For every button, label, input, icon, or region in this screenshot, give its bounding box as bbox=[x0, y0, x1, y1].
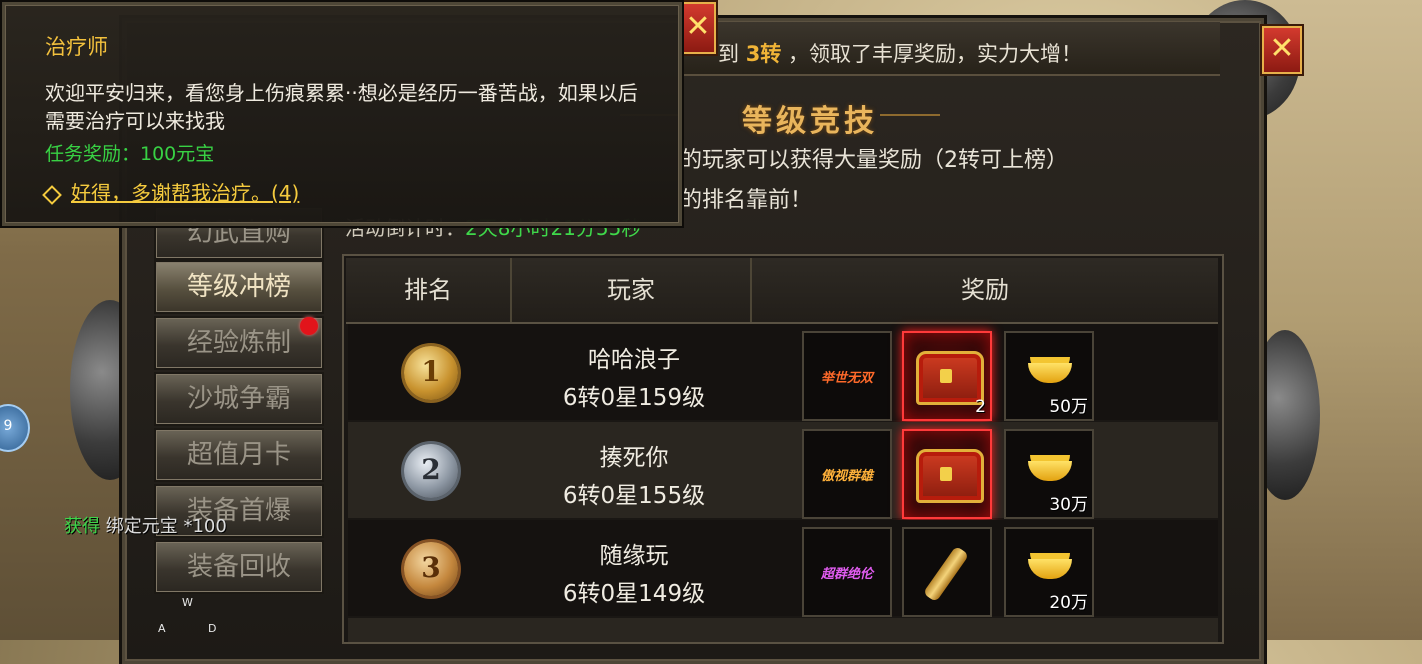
ingot-amount: 20万 bbox=[1049, 593, 1088, 613]
table-row: 3 随缘玩 6转0星149级 超群绝伦 20万 bbox=[348, 520, 1218, 617]
scroll-icon bbox=[922, 545, 970, 603]
panel-title: 等级竞技 bbox=[742, 104, 878, 139]
npc-dialog: 治疗师 欢迎平安归来，看您身上伤痕累累··想必是经历一番苦战，如果以后需要治疗可… bbox=[2, 2, 682, 226]
ingot-amount: 50万 bbox=[1049, 397, 1088, 417]
description-line-1: 的玩家可以获得大量奖励（2转可上榜） bbox=[680, 148, 1068, 173]
reward-slot-scroll[interactable] bbox=[902, 527, 992, 617]
ingot-amount: 30万 bbox=[1049, 495, 1088, 515]
chest-lock-icon bbox=[940, 369, 952, 383]
reward-slot-ingot[interactable]: 50万 bbox=[1004, 331, 1094, 421]
close-button[interactable]: ✕ bbox=[1262, 26, 1302, 74]
title-item-icon: 举世无双 bbox=[820, 371, 873, 386]
reward-slot-ingot[interactable]: 30万 bbox=[1004, 429, 1094, 519]
notification-dot bbox=[300, 317, 318, 335]
sidebar-item-monthly-card[interactable]: 超值月卡 bbox=[154, 428, 324, 482]
npc-name: 治疗师 bbox=[45, 35, 108, 59]
header-rank: 排名 bbox=[404, 276, 452, 304]
silver-medal-icon: 2 bbox=[404, 444, 458, 498]
player-level: 6转0星159级 bbox=[562, 385, 706, 411]
gain-message: 获得 绑定元宝 *100 bbox=[64, 512, 227, 538]
gain-text: 绑定元宝 *100 bbox=[100, 516, 227, 537]
header-reward: 奖励 bbox=[961, 276, 1009, 304]
key-hint-a: A bbox=[158, 622, 166, 635]
sidebar-item-exp-refine[interactable]: 经验炼制 bbox=[154, 316, 324, 370]
title-ornament-right bbox=[880, 114, 940, 116]
table-row: 2 揍死你 6转0星155级 傲视群雄 30万 bbox=[348, 422, 1218, 519]
gold-ingot-icon bbox=[1028, 559, 1072, 579]
reward-slot-chest[interactable] bbox=[902, 429, 992, 519]
description-line-2: 的排名靠前！ bbox=[680, 188, 813, 213]
tooltip-close-button[interactable]: ✕ bbox=[680, 2, 716, 54]
reward-slot-ingot[interactable]: 20万 bbox=[1004, 527, 1094, 617]
diamond-bullet-icon bbox=[42, 184, 62, 205]
ranking-table: 排名 玩家 奖励 1 哈哈浪子 6转0星159级 举世无双 2 50万 2 揍死… bbox=[342, 254, 1224, 644]
reward-slot-title[interactable]: 举世无双 bbox=[802, 331, 892, 421]
reward-slot-title[interactable]: 超群绝伦 bbox=[802, 527, 892, 617]
announcement-text: 到 3转 ，领取了丰厚奖励，实力大增！ bbox=[718, 42, 1082, 66]
player-level: 6转0星155级 bbox=[562, 483, 706, 509]
gold-ingot-icon bbox=[1028, 363, 1072, 383]
player-name: 揍死你 bbox=[599, 445, 669, 471]
gain-prefix: 获得 bbox=[64, 516, 100, 537]
table-row: 1 哈哈浪子 6转0星159级 举世无双 2 50万 bbox=[348, 324, 1218, 421]
dialog-option[interactable]: 好得，多谢帮我治疗。(4) bbox=[42, 177, 300, 206]
key-hint-w: W bbox=[182, 596, 193, 609]
player-name: 哈哈浪子 bbox=[588, 347, 680, 373]
reward-slot-chest[interactable]: 2 bbox=[902, 331, 992, 421]
table-row-partial bbox=[348, 618, 1218, 642]
table-header: 排名 玩家 奖励 bbox=[346, 258, 1218, 324]
player-name: 随缘玩 bbox=[599, 543, 669, 569]
announcement-highlight: 3转 bbox=[745, 42, 782, 66]
title-item-icon: 超群绝伦 bbox=[820, 567, 873, 582]
sidebar-item-level-rank[interactable]: 等级冲榜 bbox=[154, 260, 324, 314]
reward-slot-title[interactable]: 傲视群雄 bbox=[802, 429, 892, 519]
gold-medal-icon: 1 bbox=[404, 346, 458, 400]
quest-reward: 任务奖励：100元宝 bbox=[45, 143, 215, 165]
player-level: 6转0星149级 bbox=[562, 581, 706, 607]
title-item-icon: 傲视群雄 bbox=[820, 469, 873, 484]
key-hint-d: D bbox=[208, 622, 217, 635]
dialog-option-label: 好得，多谢帮我治疗。(4) bbox=[71, 181, 300, 205]
bronze-medal-icon: 3 bbox=[404, 542, 458, 596]
npc-dialog-text: 欢迎平安归来，看您身上伤痕累累··想必是经历一番苦战，如果以后需要治疗可以来找我 bbox=[45, 81, 638, 133]
gold-ingot-icon bbox=[1028, 461, 1072, 481]
chest-lock-icon bbox=[940, 467, 952, 481]
sidebar-item-recycle[interactable]: 装备回收 bbox=[154, 540, 324, 594]
sidebar-item-castle-war[interactable]: 沙城争霸 bbox=[154, 372, 324, 426]
item-quantity: 2 bbox=[975, 397, 986, 417]
header-player: 玩家 bbox=[607, 276, 655, 304]
